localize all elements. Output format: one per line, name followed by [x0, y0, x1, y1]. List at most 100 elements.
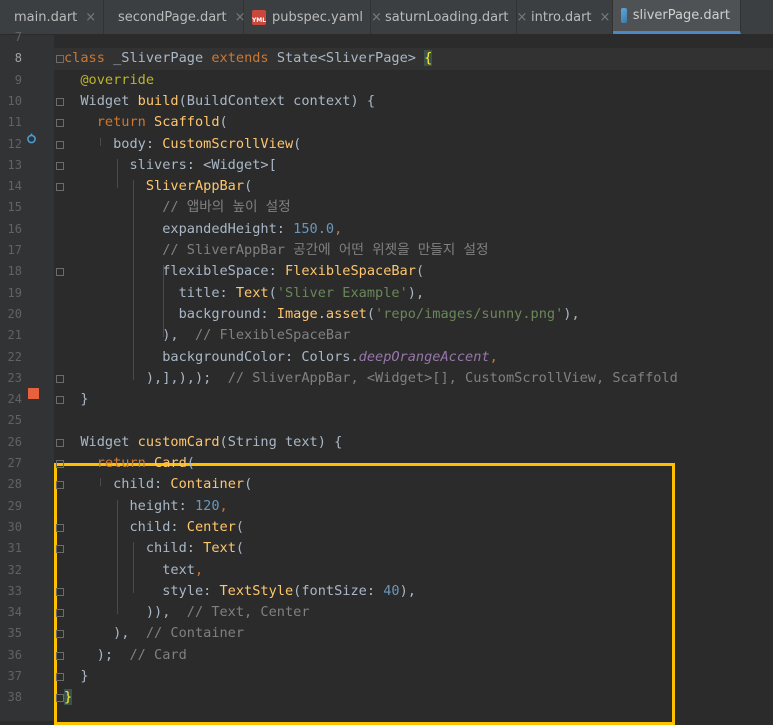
code-token: @override [80, 71, 155, 88]
line-number: 33 [7, 583, 22, 598]
fold-marker-icon[interactable] [56, 673, 64, 681]
code-line[interactable]: height: 120, [54, 496, 773, 517]
code-line[interactable]: } [54, 687, 773, 708]
code-line[interactable]: expandedHeight: 150.0, [54, 219, 773, 240]
code-line[interactable]: } [54, 666, 773, 687]
code-line[interactable]: body: CustomScrollView( [54, 134, 773, 155]
close-icon[interactable]: × [85, 10, 96, 25]
code-token: { [424, 50, 433, 67]
tab-label: intro.dart [531, 9, 592, 25]
fold-marker-icon[interactable] [56, 140, 64, 149]
code-token: ), [64, 327, 195, 344]
fold-marker-icon[interactable] [56, 694, 64, 703]
fold-marker-icon[interactable] [56, 97, 64, 106]
code-token: } [64, 668, 89, 684]
fold-marker-icon[interactable] [56, 460, 64, 468]
code-line[interactable]: )), // Text, Center [54, 602, 773, 623]
code-token: , [489, 348, 498, 365]
code-token: (BuildContext context) { [178, 92, 376, 109]
code-line[interactable] [54, 27, 773, 48]
line-number: 12 [7, 136, 22, 151]
code-line[interactable]: } [54, 389, 773, 410]
line-number: 32 [7, 562, 22, 577]
code-line[interactable]: style: TextStyle(fontSize: 40), [54, 581, 773, 602]
fold-marker-icon[interactable] [56, 630, 64, 639]
line-number: 9 [14, 72, 22, 87]
fold-marker-icon[interactable] [56, 396, 64, 405]
code-line[interactable]: child: Container( [54, 474, 773, 495]
code-line[interactable]: @override [54, 70, 773, 91]
code-token: , [194, 561, 204, 578]
fold-marker-icon[interactable] [56, 609, 64, 618]
code-token: Text [203, 540, 236, 557]
fold-marker-icon[interactable] [56, 651, 64, 660]
code-token: // FlexibleSpaceBar [194, 327, 351, 344]
line-number: 7 [14, 30, 22, 44]
yaml-file-icon: YML [252, 9, 266, 25]
code-line[interactable]: slivers: <Widget>[ [54, 155, 773, 176]
code-line[interactable]: ), // FlexibleSpaceBar [54, 325, 773, 346]
override-gutter-icon[interactable] [26, 133, 37, 144]
line-number: 35 [7, 626, 22, 641]
fold-marker-icon[interactable] [56, 268, 64, 277]
code-line[interactable]: class _SliverPage extends State<SliverPa… [54, 48, 773, 70]
fold-marker-icon[interactable] [56, 374, 64, 383]
code-token: // Container [145, 625, 245, 642]
line-number: 37 [7, 669, 22, 683]
code-token: 'Sliver Example' [276, 284, 408, 301]
code-line[interactable]: child: Text( [54, 538, 773, 559]
code-line[interactable]: Widget customCard(String text) { [54, 432, 773, 453]
color-swatch-gutter-icon[interactable] [28, 388, 39, 399]
code-line[interactable]: // 앱바의 높이 설정 [54, 197, 773, 218]
fold-marker-icon[interactable] [56, 523, 64, 532]
tab-label: secondPage.dart [118, 9, 227, 25]
code-line[interactable]: return Card( [54, 453, 773, 474]
fold-marker-icon[interactable] [56, 183, 64, 192]
code-line[interactable]: backgroundColor: Colors.deepOrangeAccent… [54, 347, 773, 368]
code-token: SliverAppBar [145, 178, 245, 195]
line-number: 26 [7, 434, 22, 449]
code-line[interactable]: ); // Card [54, 645, 773, 666]
code-line[interactable]: ),],),); // SliverAppBar, <Widget>[], Cu… [54, 368, 773, 389]
code-token: Widget [64, 433, 138, 450]
line-number: 14 [7, 179, 22, 194]
code-token: return [96, 114, 155, 131]
fold-marker-icon[interactable] [56, 481, 64, 490]
code-token: // 앱바의 높이 설정 [162, 199, 291, 216]
code-token: (fontSize: [293, 582, 384, 599]
code-line[interactable]: SliverAppBar( [54, 176, 773, 197]
code-line[interactable] [54, 410, 773, 431]
fold-marker-icon[interactable] [56, 119, 64, 128]
code-line[interactable]: ), // Container [54, 623, 773, 644]
fold-marker-icon[interactable] [56, 587, 64, 596]
fold-marker-icon[interactable] [56, 545, 64, 554]
line-number: 18 [7, 264, 22, 279]
code-token: slivers: <Widget>[ [64, 156, 277, 173]
code-line[interactable]: child: Center( [54, 517, 773, 538]
code-token: 'repo/images/sunny.png' [375, 305, 564, 322]
code-line[interactable]: text, [54, 560, 773, 581]
line-number: 16 [7, 221, 22, 236]
indent-guide [100, 137, 101, 146]
fold-marker-icon[interactable] [56, 438, 64, 447]
tab-label: sliverPage.dart [632, 8, 730, 23]
line-number: 24 [7, 392, 22, 407]
code-token: text [64, 561, 195, 578]
code-token: FlexibleSpaceBar [284, 263, 416, 280]
indent-guide [163, 265, 164, 338]
fold-marker-icon[interactable] [56, 161, 64, 170]
code-line[interactable]: return Scaffold( [54, 112, 773, 133]
code-token: ( [366, 305, 376, 322]
code-line[interactable]: title: Text('Sliver Example'), [54, 283, 773, 304]
code-token: )), [64, 604, 187, 621]
code-line[interactable]: // SliverAppBar 공간에 어떤 위젯을 만들지 설정 [54, 240, 773, 261]
close-icon[interactable]: × [600, 10, 611, 25]
code-token: flexibleSpace: [64, 263, 285, 280]
fold-marker-icon[interactable] [56, 55, 64, 64]
code-line[interactable]: background: Image.asset('repo/images/sun… [54, 304, 773, 325]
code-line[interactable]: flexibleSpace: FlexibleSpaceBar( [54, 261, 773, 282]
code-line[interactable]: Widget build(BuildContext context) { [54, 91, 773, 112]
code-editor[interactable]: 7 8 9 10 11 12 13 14 15 16 17 18 19 20 21 22 23 24 25 26 27 2… [0, 30, 773, 725]
code-token: 40 [383, 582, 400, 599]
code-token: height: [64, 497, 195, 514]
